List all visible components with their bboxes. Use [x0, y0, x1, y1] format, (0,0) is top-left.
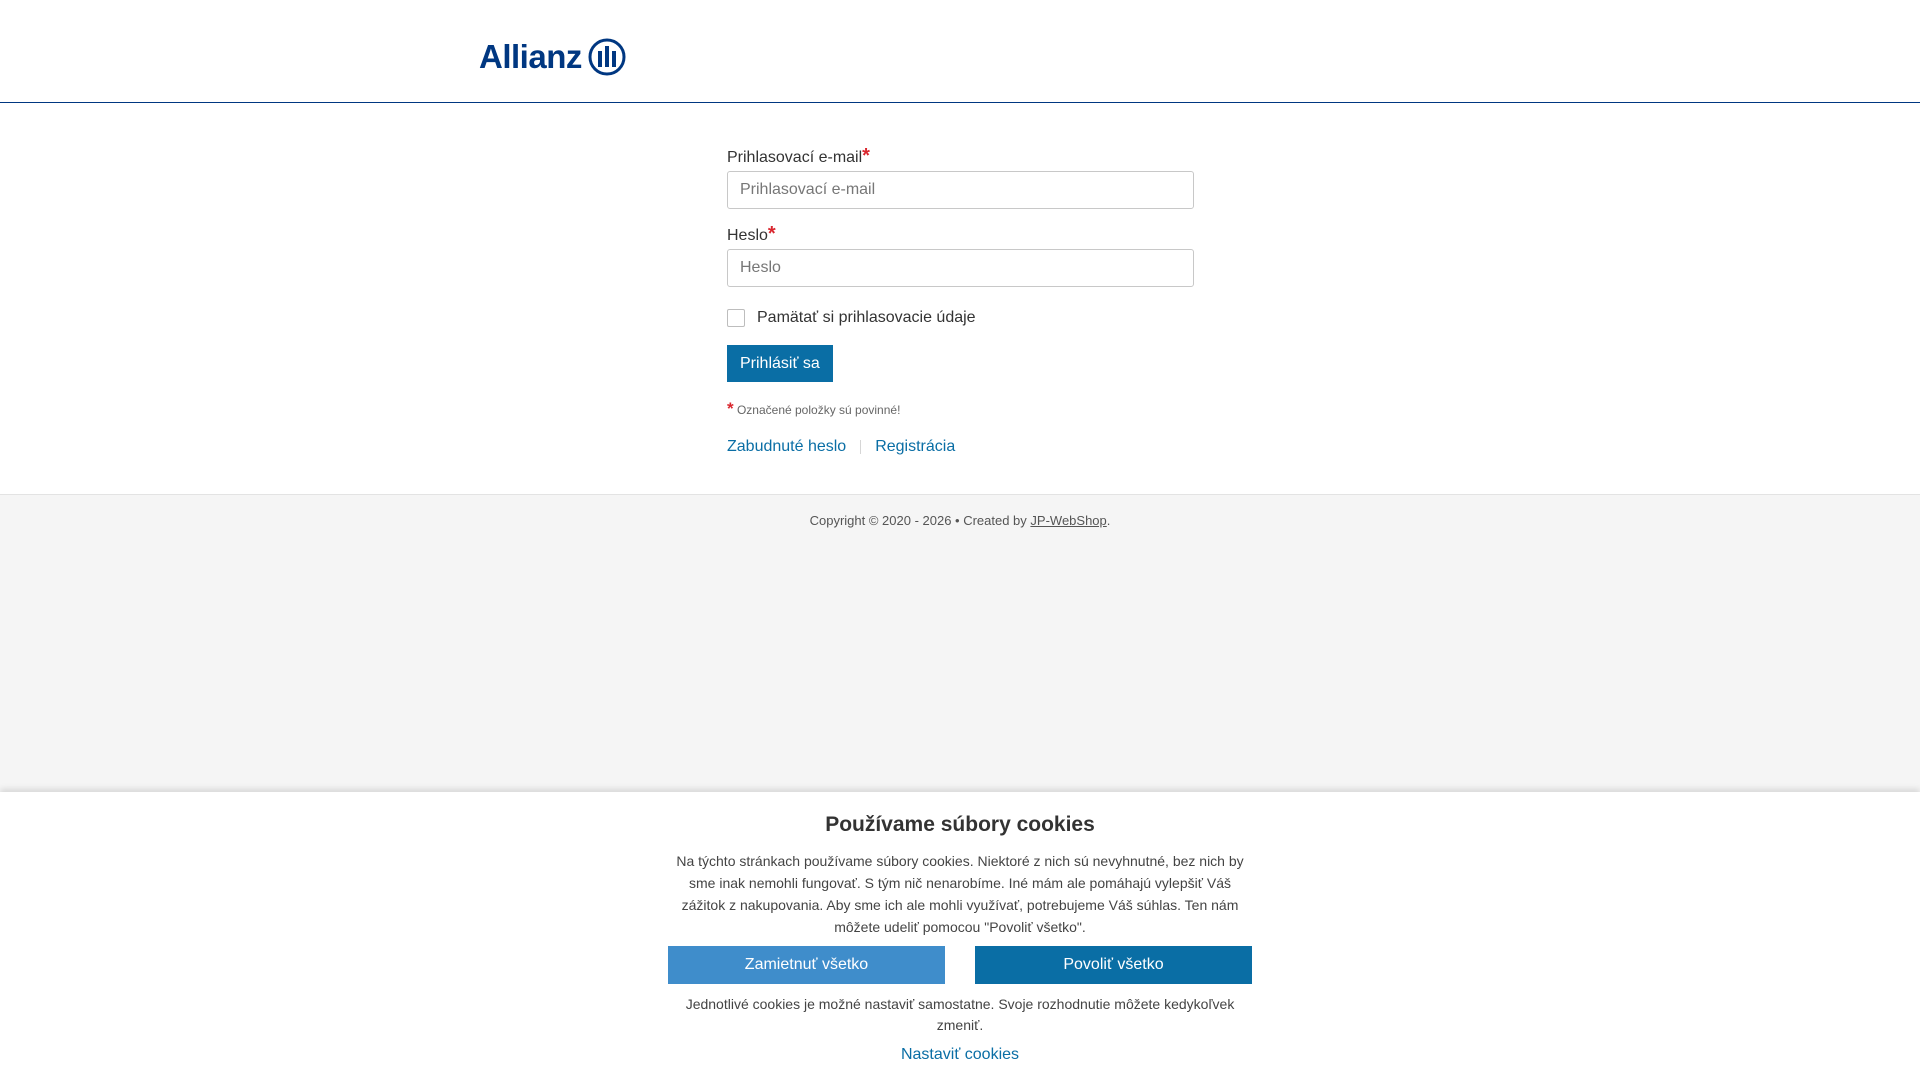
- logo-text: Allianz: [479, 38, 582, 75]
- link-divider: [860, 440, 862, 454]
- email-label-text: Prihlasovací e-mail: [727, 149, 863, 166]
- required-note: * Označené položky sú povinné!: [727, 399, 1194, 418]
- required-note-text: Označené položky sú povinné!: [736, 403, 901, 417]
- accept-all-button[interactable]: Povoliť všetko: [975, 946, 1252, 984]
- cookie-buttons: Zamietnuť všetko Povoliť všetko: [668, 946, 1252, 984]
- password-label: Heslo*: [727, 223, 1194, 247]
- remember-row[interactable]: Pamätať si prihlasovacie údaje: [727, 307, 1194, 329]
- email-label: Prihlasovací e-mail*: [727, 145, 1194, 169]
- account-links: Zabudnuté heslo Registrácia: [727, 438, 1194, 456]
- copyright-text: Copyright © 2020 - 2026 • Created by: [809, 513, 1031, 528]
- cookie-text: Na týchto stránkach používame súbory coo…: [676, 853, 1244, 935]
- login-button[interactable]: Prihlásiť sa: [727, 345, 833, 382]
- cookie-banner: Používame súbory cookies Na týchto strán…: [0, 792, 1920, 1080]
- copyright: Copyright © 2020 - 2026 • Created by JP-…: [0, 513, 1920, 528]
- copyright-suffix: .: [1106, 513, 1111, 528]
- creator-link[interactable]: JP-WebShop: [1030, 513, 1106, 528]
- remember-checkbox[interactable]: [727, 309, 745, 327]
- email-input[interactable]: [727, 171, 1194, 209]
- password-input[interactable]: [727, 249, 1194, 287]
- password-label-text: Heslo: [727, 227, 768, 244]
- required-mark: *: [767, 223, 776, 245]
- cookie-settings-link[interactable]: Nastaviť cookies: [901, 1046, 1019, 1064]
- reject-all-button[interactable]: Zamietnuť všetko: [668, 946, 945, 984]
- allianz-logo[interactable]: Allianz: [479, 38, 626, 76]
- cookie-title: Používame súbory cookies: [825, 813, 1095, 836]
- required-mark: *: [727, 399, 734, 418]
- site-header: Allianz: [0, 0, 1920, 103]
- allianz-eagle-icon: [588, 38, 626, 76]
- remember-label[interactable]: Pamätať si prihlasovacie údaje: [757, 309, 976, 327]
- required-mark: *: [862, 145, 870, 167]
- login-section: Prihlasovací e-mail* Heslo* Pamätať si p…: [0, 103, 1920, 495]
- cookie-content: Používame súbory cookies Na týchto strán…: [668, 792, 1252, 1064]
- register-link[interactable]: Registrácia: [875, 438, 955, 456]
- login-form: Prihlasovací e-mail* Heslo* Pamätať si p…: [727, 145, 1194, 456]
- forgot-password-link[interactable]: Zabudnuté heslo: [727, 438, 846, 456]
- cookie-sub-text: Jednotlivé cookies je možné nastaviť sam…: [685, 996, 1235, 1033]
